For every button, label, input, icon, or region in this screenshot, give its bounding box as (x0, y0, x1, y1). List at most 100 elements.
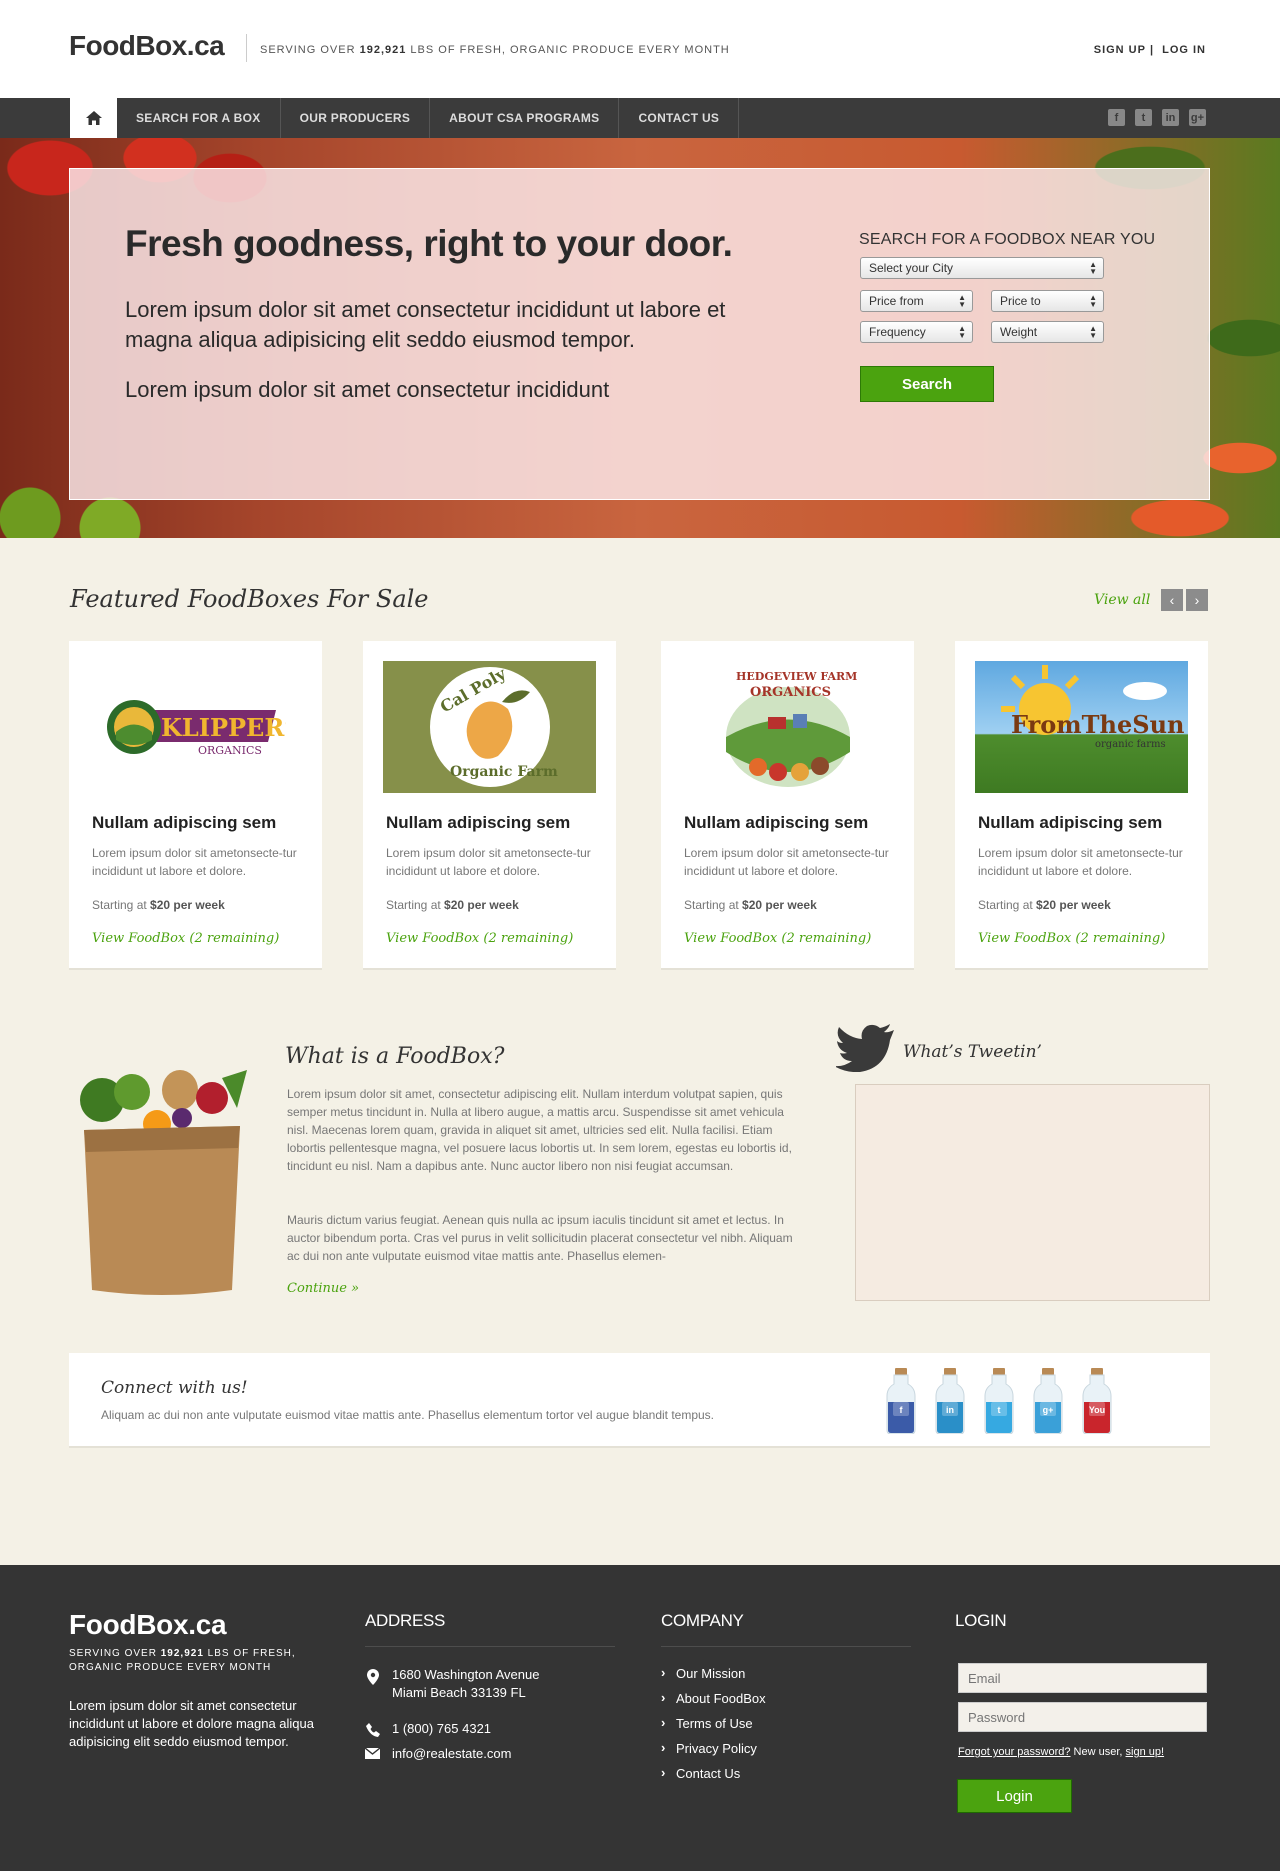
city-select[interactable]: Select your City ▲ ▼ (860, 257, 1104, 279)
search-button[interactable]: Search (860, 366, 994, 402)
home-nav-button[interactable] (70, 98, 117, 138)
signup-footer-link[interactable]: sign up! (1126, 1746, 1165, 1758)
view-foodbox-link[interactable]: View FoodBox (2 remaining) (978, 931, 1165, 946)
footer-link-contact[interactable]: Contact Us (661, 1765, 740, 1781)
map-pin-icon (367, 1669, 379, 1685)
hero-text: Lorem ipsum dolor sit amet consectetur i… (125, 297, 726, 352)
connect-text: Aliquam ac dui non ante vulputate euismo… (101, 1408, 715, 1422)
view-foodbox-link[interactable]: View FoodBox (2 remaining) (92, 931, 279, 946)
twitter-feed-box (855, 1084, 1210, 1301)
svg-text:You: You (1089, 1405, 1105, 1415)
weight-select[interactable]: Weight ▲ ▼ (991, 321, 1104, 343)
featured-title: Featured FoodBoxes For Sale (70, 585, 429, 613)
continue-link[interactable]: Continue » (287, 1281, 359, 1296)
svg-text:in: in (946, 1405, 954, 1415)
nav-social-links: f t in g+ (1108, 109, 1206, 126)
forgot-password-link[interactable]: Forgot your password? (958, 1746, 1071, 1758)
svg-text:g+: g+ (1043, 1405, 1054, 1415)
phone-icon (366, 1723, 380, 1737)
login-button[interactable]: Login (957, 1779, 1072, 1813)
company-heading: COMPANY (661, 1611, 744, 1630)
email-address[interactable]: info@realestate.com (392, 1745, 511, 1763)
svg-text:FromTheSun: FromTheSun (1011, 710, 1184, 739)
card-price: Starting at $20 per week (386, 898, 519, 912)
forgot-password-row: Forgot your password? New user, sign up! (958, 1746, 1165, 1758)
password-field[interactable] (958, 1702, 1207, 1732)
auth-links: SIGN UP | LOG IN (1093, 44, 1206, 56)
footer-logo[interactable]: FoodBox.ca (69, 1609, 227, 1641)
footer-link-about[interactable]: About FoodBox (661, 1690, 766, 1706)
site-logo[interactable]: FoodBox.ca (69, 30, 225, 62)
site-tagline: SERVING OVER 192,921 LBS OF FRESH, ORGAN… (260, 44, 730, 56)
card-title: Nullam adipiscing sem (684, 813, 869, 832)
footer-link-privacy[interactable]: Privacy Policy (661, 1740, 757, 1756)
twitter-bottle-icon[interactable]: t (983, 1368, 1015, 1434)
card-price: Starting at $20 per week (92, 898, 225, 912)
foodbox-card: KLIPPERS ORGANICS Nullam adipiscing sem … (69, 641, 322, 970)
card-price: Starting at $20 per week (978, 898, 1111, 912)
signup-link[interactable]: SIGN UP (1094, 44, 1146, 56)
login-link[interactable]: LOG IN (1162, 44, 1206, 56)
search-form-title: SEARCH FOR A FOODBOX NEAR YOU (859, 231, 1156, 248)
divider (365, 1646, 615, 1647)
view-foodbox-link[interactable]: View FoodBox (2 remaining) (684, 931, 871, 946)
linkedin-bottle-icon[interactable]: in (934, 1368, 966, 1434)
price-from-select[interactable]: Price from ▲ ▼ (860, 290, 973, 312)
chevron-left-icon: ‹ (1169, 592, 1175, 608)
foodbox-card: FromTheSun organic farms Nullam adipisci… (955, 641, 1208, 970)
about-paragraph: Mauris dictum varius feugiat. Aenean qui… (287, 1213, 793, 1263)
view-foodbox-link[interactable]: View FoodBox (2 remaining) (386, 931, 573, 946)
card-title: Nullam adipiscing sem (386, 813, 571, 832)
footer-link-terms[interactable]: Terms of Use (661, 1715, 752, 1731)
svg-text:ORGANICS: ORGANICS (198, 744, 262, 757)
hero-title: Fresh goodness, right to your door. (125, 223, 733, 264)
producer-logo: FromTheSun organic farms (975, 661, 1188, 793)
googleplus-bottle-icon[interactable]: g+ (1032, 1368, 1064, 1434)
about-paragraph: Lorem ipsum dolor sit amet, consectetur … (287, 1087, 792, 1173)
hero-banner: Fresh goodness, right to your door. Lore… (0, 138, 1280, 538)
nav-contact[interactable]: CONTACT US (619, 98, 740, 138)
facebook-icon[interactable]: f (1108, 109, 1125, 126)
card-title: Nullam adipiscing sem (978, 813, 1163, 832)
nav-search-for-a-box[interactable]: SEARCH FOR A BOX (117, 98, 281, 138)
nav-about-csa[interactable]: ABOUT CSA PROGRAMS (430, 98, 620, 138)
footer-tagline: SERVING OVER 192,921 LBS OF FRESH, ORGAN… (69, 1648, 296, 1673)
email-field[interactable] (958, 1663, 1207, 1693)
footer-link-our-mission[interactable]: Our Mission (661, 1665, 745, 1681)
price-to-select[interactable]: Price to ▲ ▼ (991, 290, 1104, 312)
select-arrows-icon: ▲ ▼ (1089, 260, 1097, 276)
select-arrows-icon: ▲ ▼ (1089, 324, 1097, 340)
footer-description: Lorem ipsum dolor sit amet consectetur i… (69, 1698, 315, 1749)
connect-panel: Connect with us! Aliquam ac dui non ante… (69, 1353, 1210, 1448)
tagline-divider (246, 34, 247, 62)
carousel-next-button[interactable]: › (1186, 589, 1208, 611)
svg-text:t: t (998, 1405, 1001, 1415)
tweets-title: What’s Tweetin’ (903, 1042, 1042, 1062)
foodbox-card: HEDGEVIEW FARM ORGANICS Nullam adipiscin… (661, 641, 914, 970)
address-line: Miami Beach 33139 FL (392, 1685, 526, 1700)
chevron-right-icon: › (1194, 592, 1200, 608)
googleplus-icon[interactable]: g+ (1189, 109, 1206, 126)
login-heading: LOGIN (955, 1611, 1007, 1630)
nav-our-producers[interactable]: OUR PRODUCERS (281, 98, 431, 138)
carousel-prev-button[interactable]: ‹ (1161, 589, 1183, 611)
address-line: 1680 Washington Avenue (392, 1667, 540, 1682)
card-price: Starting at $20 per week (684, 898, 817, 912)
phone-number: 1 (800) 765 4321 (392, 1721, 492, 1736)
linkedin-icon[interactable]: in (1162, 109, 1179, 126)
grocery-bag-image (80, 1070, 247, 1295)
svg-text:ORGANICS: ORGANICS (750, 685, 831, 700)
producer-logo: KLIPPERS ORGANICS (89, 661, 302, 793)
youtube-bottle-icon[interactable]: You (1081, 1368, 1113, 1434)
twitter-icon[interactable]: t (1135, 109, 1152, 126)
producer-logo: Cal Poly Organic Farm (383, 661, 596, 793)
select-arrows-icon: ▲ ▼ (1089, 293, 1097, 309)
facebook-bottle-icon[interactable]: f (885, 1368, 917, 1434)
main-nav: SEARCH FOR A BOX OUR PRODUCERS ABOUT CSA… (0, 98, 1280, 138)
producer-logo: HEDGEVIEW FARM ORGANICS (681, 661, 894, 793)
about-title: What is a FoodBox? (285, 1044, 505, 1069)
svg-text:organic farms: organic farms (1095, 739, 1166, 750)
view-all-link[interactable]: View all (1094, 592, 1150, 608)
svg-text:KLIPPERS: KLIPPERS (161, 713, 286, 742)
frequency-select[interactable]: Frequency ▲ ▼ (860, 321, 973, 343)
